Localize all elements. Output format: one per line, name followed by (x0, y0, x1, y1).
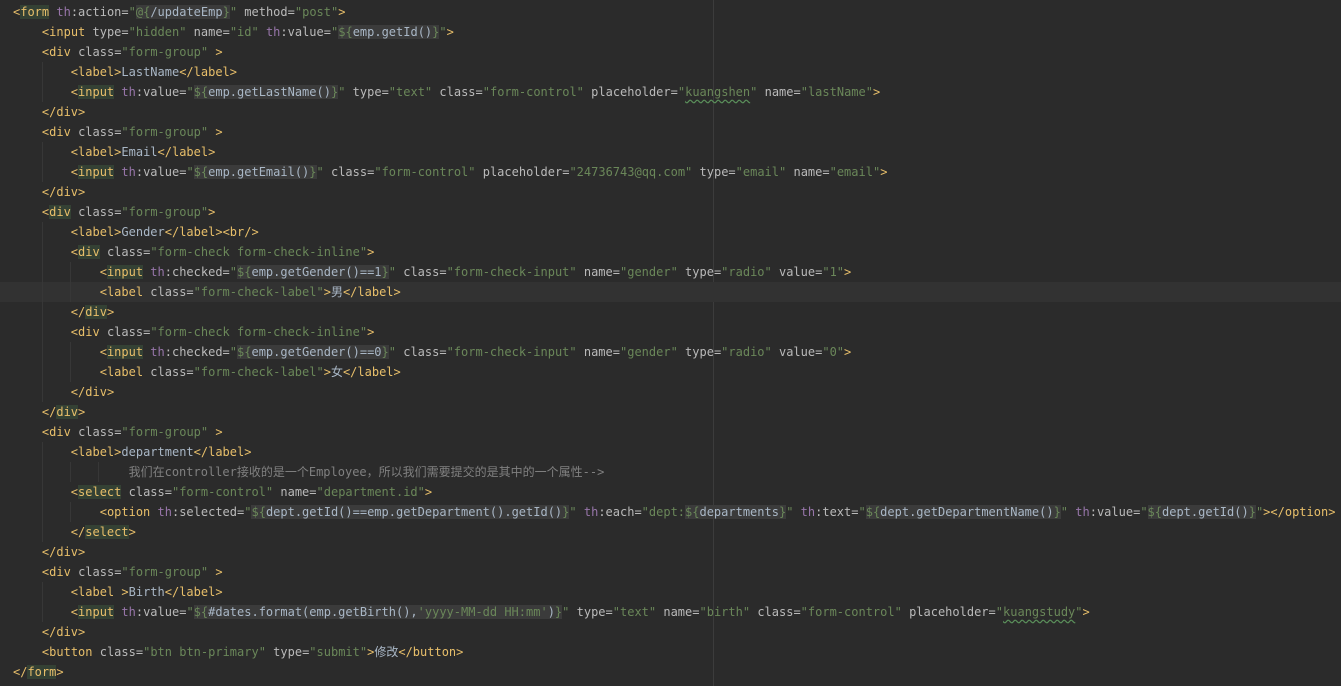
indent-guide (70, 282, 71, 302)
indent-guide (42, 222, 43, 242)
indent-guide (70, 342, 71, 362)
code-line-16[interactable]: </div> (0, 302, 1341, 322)
code-line-3[interactable]: <div class="form-group" > (0, 42, 1341, 62)
code-line-32[interactable]: </div> (0, 622, 1341, 642)
code-line-15[interactable]: <label class="form-check-label">男</label… (0, 282, 1341, 302)
code-line-4[interactable]: <label>LastName</label> (0, 62, 1341, 82)
code-line-25[interactable]: <select class="form-control" name="depar… (0, 482, 1341, 502)
code-line-23[interactable]: <label>department</label> (0, 442, 1341, 462)
code-line-24[interactable]: 我们在controller接收的是一个Employee，所以我们需要提交的是其中… (0, 462, 1341, 482)
indent-guide (42, 322, 43, 342)
code-line-12[interactable]: <label>Gender</label><br/> (0, 222, 1341, 242)
indent-guide (42, 582, 43, 602)
indent-guide (42, 522, 43, 542)
indent-guide (70, 262, 71, 282)
code-line-18[interactable]: <input th:checked="${emp.getGender()==0}… (0, 342, 1341, 362)
code-line-28[interactable]: </div> (0, 542, 1341, 562)
code-line-8[interactable]: <label>Email</label> (0, 142, 1341, 162)
code-editor[interactable]: <form th:action="@{/updateEmp}" method="… (0, 0, 1341, 686)
indent-guide (42, 602, 43, 622)
indent-guide (70, 502, 71, 522)
code-line-7[interactable]: <div class="form-group" > (0, 122, 1341, 142)
code-line-6[interactable]: </div> (0, 102, 1341, 122)
indent-guide (42, 242, 43, 262)
code-line-31[interactable]: <input th:value="${#dates.format(emp.get… (0, 602, 1341, 622)
code-line-14[interactable]: <input th:checked="${emp.getGender()==1}… (0, 262, 1341, 282)
indent-guide (42, 462, 43, 482)
indent-guide (70, 362, 71, 382)
code-line-29[interactable]: <div class="form-group" > (0, 562, 1341, 582)
indent-guide (42, 442, 43, 462)
code-line-20[interactable]: </div> (0, 382, 1341, 402)
indent-guide (98, 462, 99, 482)
indent-guide (42, 262, 43, 282)
code-line-27[interactable]: </select> (0, 522, 1341, 542)
indent-guide (70, 462, 71, 482)
indent-guide (42, 162, 43, 182)
code-line-26[interactable]: <option th:selected="${dept.getId()==emp… (0, 502, 1341, 522)
indent-guide (42, 282, 43, 302)
code-line-1[interactable]: <form th:action="@{/updateEmp}" method="… (0, 2, 1341, 22)
indent-guide (42, 342, 43, 362)
indent-guide (42, 382, 43, 402)
code-line-21[interactable]: </div> (0, 402, 1341, 422)
code-line-19[interactable]: <label class="form-check-label">女</label… (0, 362, 1341, 382)
code-line-10[interactable]: </div> (0, 182, 1341, 202)
indent-guide (42, 62, 43, 82)
indent-guide (42, 362, 43, 382)
indent-guide (42, 302, 43, 322)
code-line-5[interactable]: <input th:value="${emp.getLastName()}" t… (0, 82, 1341, 102)
code-line-34[interactable]: </form> (0, 662, 1341, 682)
code-line-33[interactable]: <button class="btn btn-primary" type="su… (0, 642, 1341, 662)
code-line-30[interactable]: <label >Birth</label> (0, 582, 1341, 602)
code-line-22[interactable]: <div class="form-group" > (0, 422, 1341, 442)
code-line-2[interactable]: <input type="hidden" name="id" th:value=… (0, 22, 1341, 42)
code-area[interactable]: <form th:action="@{/updateEmp}" method="… (0, 2, 1341, 682)
indent-guide (42, 142, 43, 162)
code-line-17[interactable]: <div class="form-check form-check-inline… (0, 322, 1341, 342)
indent-guide (42, 502, 43, 522)
code-line-13[interactable]: <div class="form-check form-check-inline… (0, 242, 1341, 262)
code-line-11[interactable]: <div class="form-group"> (0, 202, 1341, 222)
indent-guide (42, 82, 43, 102)
indent-guide (42, 482, 43, 502)
code-line-9[interactable]: <input th:value="${emp.getEmail()}" clas… (0, 162, 1341, 182)
